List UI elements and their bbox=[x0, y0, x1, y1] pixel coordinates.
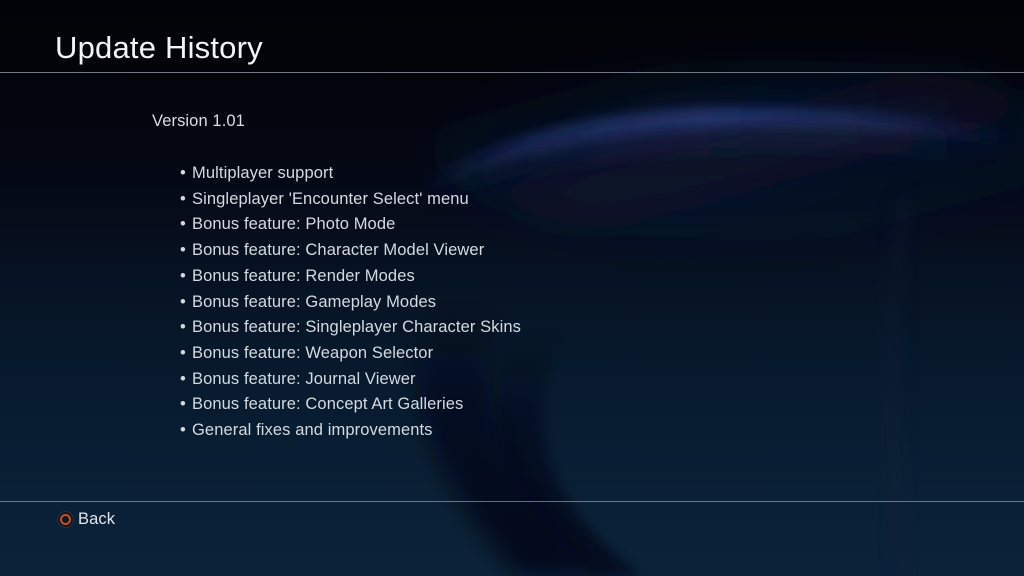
content-area: Version 1.01 • Multiplayer support • Single… bbox=[0, 72, 1024, 501]
bullet-icon: • bbox=[180, 369, 186, 388]
changelog-item: • Bonus feature: Weapon Selector bbox=[180, 341, 521, 367]
changelog-item: • Bonus feature: Concept Art Galleries bbox=[180, 392, 521, 418]
changelog-item: • Bonus feature: Journal Viewer bbox=[180, 367, 521, 393]
footer-divider bbox=[0, 501, 1024, 502]
changelog-item: • General fixes and improvements bbox=[180, 418, 521, 444]
bullet-icon: • bbox=[180, 343, 186, 362]
changelog-item-label: Multiplayer support bbox=[192, 164, 334, 182]
page-title: Update History bbox=[55, 30, 263, 65]
circle-button-icon bbox=[57, 510, 74, 528]
changelog-item: • Bonus feature: Character Model Viewer bbox=[180, 238, 521, 264]
changelog-item: • Bonus feature: Render Modes bbox=[180, 264, 521, 290]
changelog-item: • Bonus feature: Gameplay Modes bbox=[180, 290, 521, 316]
bullet-icon: • bbox=[180, 189, 186, 208]
changelog-item-label: Bonus feature: Journal Viewer bbox=[192, 369, 416, 388]
footer: Back bbox=[0, 501, 1024, 576]
changelog-item: • Bonus feature: Singleplayer Character S… bbox=[180, 315, 521, 341]
bullet-icon: • bbox=[180, 395, 186, 414]
back-button-label: Back bbox=[78, 510, 116, 528]
changelog-list: • Multiplayer support • Singleplayer 'Encou… bbox=[180, 161, 521, 444]
changelog-item-label: Bonus feature: Gameplay Modes bbox=[192, 292, 437, 311]
back-button[interactable]: Back bbox=[57, 509, 115, 529]
changelog-item-label: Bonus feature: Weapon Selector bbox=[192, 343, 434, 362]
changelog-item: • Bonus feature: Photo Mode bbox=[180, 212, 521, 238]
bullet-icon: • bbox=[180, 241, 186, 260]
version-label: Version 1.01 bbox=[152, 112, 245, 130]
changelog-item-label: Bonus feature: Singleplayer Character Sk… bbox=[192, 318, 521, 337]
bullet-icon: • bbox=[180, 318, 186, 337]
bullet-icon: • bbox=[180, 266, 186, 285]
changelog-item: • Multiplayer support bbox=[180, 161, 521, 187]
changelog-item-label: Bonus feature: Render Modes bbox=[192, 266, 415, 285]
changelog-item-label: Bonus feature: Concept Art Galleries bbox=[192, 395, 464, 414]
changelog-item-label: Bonus feature: Photo Mode bbox=[192, 215, 396, 234]
bullet-icon: • bbox=[180, 215, 186, 234]
changelog-item-label: Bonus feature: Character Model Viewer bbox=[192, 241, 485, 260]
bullet-icon: • bbox=[180, 292, 186, 311]
bullet-icon: • bbox=[180, 421, 186, 440]
update-history-screen: Update History Version 1.01 • Multiplayer… bbox=[0, 0, 1024, 576]
changelog-item-label: General fixes and improvements bbox=[192, 421, 433, 440]
changelog-item: • Singleplayer 'Encounter Select' menu bbox=[180, 187, 521, 213]
bullet-icon: • bbox=[180, 164, 186, 182]
header: Update History bbox=[0, 0, 1024, 73]
changelog-item-label: Singleplayer 'Encounter Select' menu bbox=[192, 189, 469, 208]
